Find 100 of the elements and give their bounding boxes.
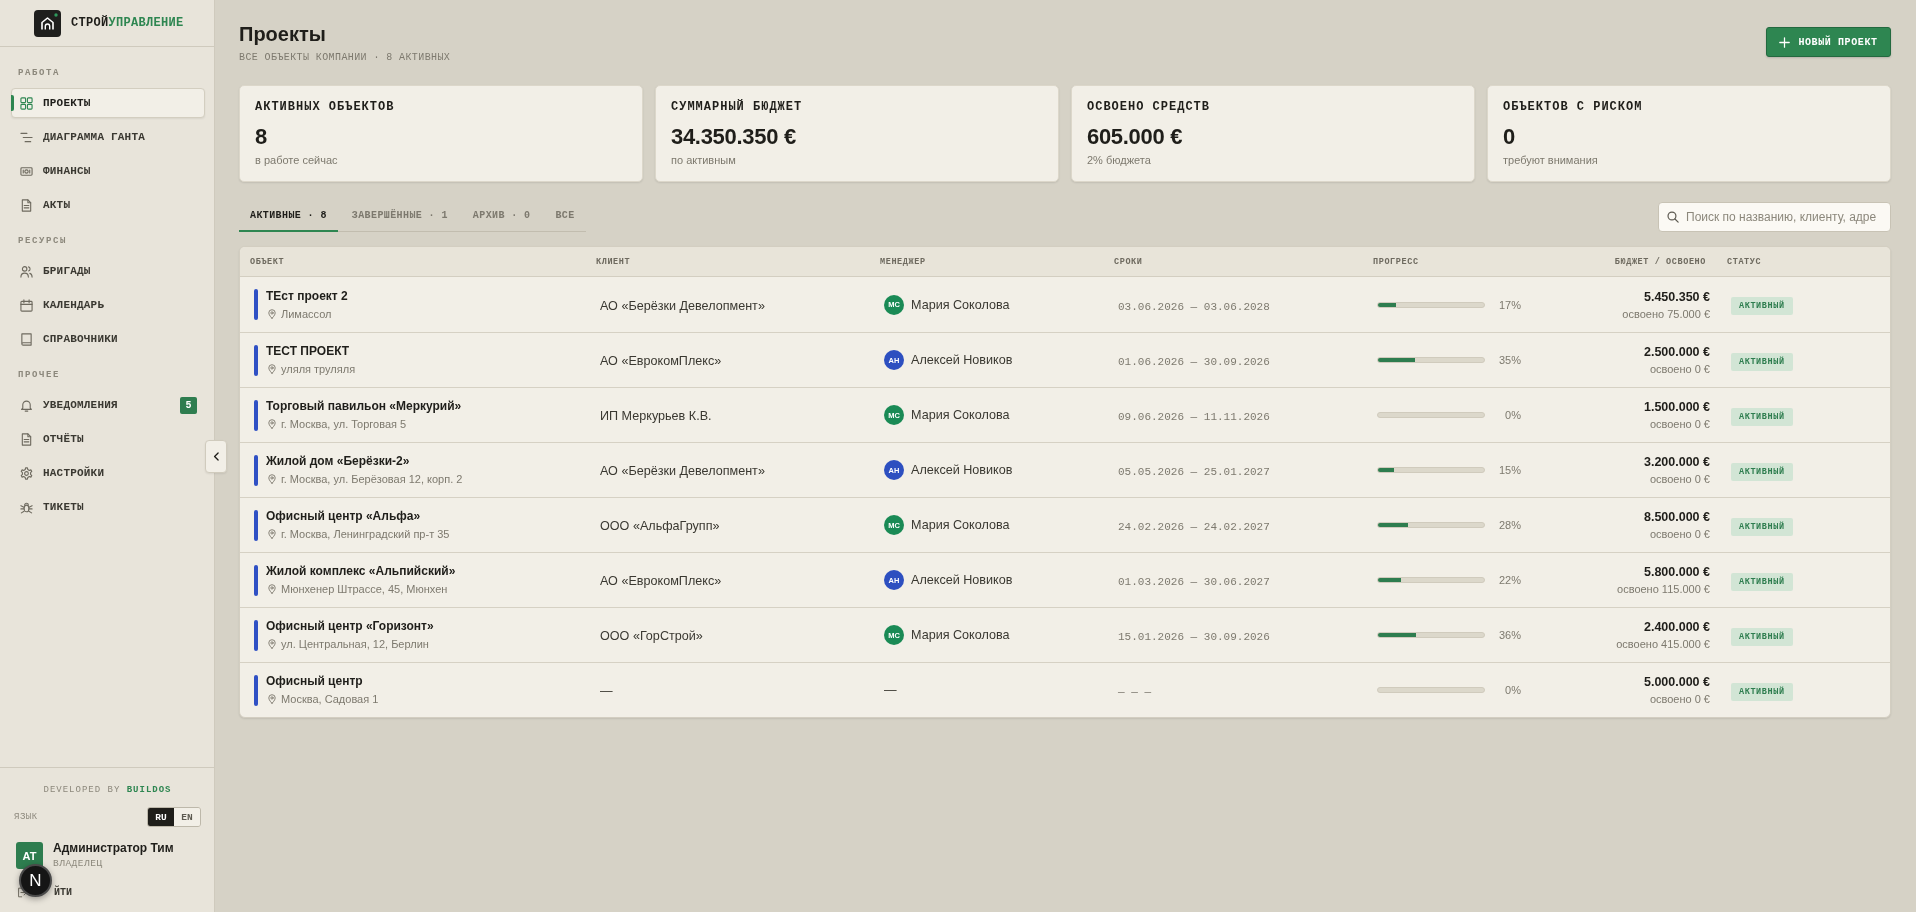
- table-row[interactable]: Офисный центр Москва, Садовая 1 — — — — — 0% 5.000.000 € освоено 0 € АКТИВНЫЙ: [240, 662, 1890, 717]
- nav-item[interactable]: УВЕДОМЛЕНИЯ 5: [11, 390, 205, 420]
- budget-amount: 5.800.000 €: [1643, 564, 1710, 580]
- location-pin-icon: [267, 364, 277, 374]
- nav-item[interactable]: ПРОЕКТЫ: [11, 88, 205, 118]
- date-range: 09.06.2026 — 11.11.2026: [1118, 411, 1270, 423]
- nav-item[interactable]: СПРАВОЧНИКИ: [11, 324, 205, 354]
- accent-stripe-icon: [254, 509, 258, 541]
- spent-amount: освоено 0 €: [1649, 472, 1710, 486]
- progress-percent: 22%: [1497, 574, 1521, 586]
- house-logo-icon: [34, 9, 61, 37]
- date-range: 24.02.2026 — 24.02.2027: [1118, 521, 1270, 533]
- new-project-button[interactable]: НОВЫЙ ПРОЕКТ: [1766, 27, 1891, 57]
- nav-item[interactable]: ФИНАНСЫ: [11, 156, 205, 186]
- spent-amount: освоено 415.000 €: [1616, 637, 1710, 651]
- status-badge: АКТИВНЫЙ: [1731, 352, 1793, 371]
- client-name: ООО «ГорСтрой»: [600, 629, 703, 643]
- project-name: Жилой комплекс «Альпийский»: [266, 564, 456, 579]
- project-address: г. Москва, ул. Берёзовая 12, корп. 2: [266, 472, 463, 486]
- project-address: Москва, Садовая 1: [266, 692, 379, 706]
- stat-label: ОБЪЕКТОВ С РИСКОМ: [1503, 101, 1644, 114]
- accent-stripe-icon: [254, 454, 258, 486]
- nav-item[interactable]: НАСТРОЙКИ: [11, 458, 205, 488]
- stat-note: в работе сейчас: [255, 153, 339, 167]
- location-pin-icon: [267, 529, 277, 539]
- document-icon: [20, 432, 33, 446]
- page-subtitle: ВСЕ ОБЪЕКТЫ КОМПАНИИ · 8 АКТИВНЫХ: [239, 51, 451, 64]
- column-header: СТАТУС: [1727, 256, 1762, 267]
- project-name: Жилой дом «Берёзки-2»: [266, 454, 411, 469]
- accent-stripe-icon: [254, 399, 258, 431]
- gear-icon: [20, 466, 33, 480]
- date-range: 01.03.2026 — 30.06.2027: [1118, 576, 1270, 588]
- chevron-left-icon: [211, 451, 221, 462]
- language-option[interactable]: EN: [174, 808, 200, 826]
- language-option[interactable]: RU: [148, 808, 174, 826]
- nav-item[interactable]: ДИАГРАММА ГАНТА: [11, 122, 205, 152]
- bars-icon: [20, 130, 33, 144]
- filter-tab[interactable]: АКТИВНЫЕ · 8: [239, 200, 338, 232]
- accent-stripe-icon: [254, 564, 258, 596]
- brand-name: СТРОЙУПРАВЛЕНИЕ: [71, 16, 184, 30]
- project-address: уляля труляля: [266, 362, 356, 376]
- client-name: —: [600, 684, 613, 698]
- project-name: Офисный центр «Альфа»: [266, 509, 422, 524]
- client-name: АО «ЕврокомПлекс»: [600, 354, 722, 368]
- calendar-icon: [20, 298, 33, 312]
- nav-item[interactable]: ОТЧЁТЫ: [11, 424, 205, 454]
- status-badge: АКТИВНЫЙ: [1731, 462, 1793, 481]
- nav-item[interactable]: ТИКЕТЫ: [11, 492, 205, 522]
- manager-name: Алексей Новиков: [911, 463, 1013, 477]
- nav-item[interactable]: КАЛЕНДАРЬ: [11, 290, 205, 320]
- project-name: Торговый павильон «Меркурий»: [266, 399, 462, 414]
- section-label: РАБОТА: [17, 67, 61, 79]
- stat-value: 8: [255, 124, 268, 150]
- budget-amount: 5.000.000 €: [1643, 674, 1710, 690]
- section-label: ПРОЧЕЕ: [17, 369, 61, 381]
- accent-stripe-icon: [254, 619, 258, 651]
- bell-icon: [20, 398, 33, 412]
- spent-amount: освоено 0 €: [1649, 417, 1710, 431]
- location-pin-icon: [267, 584, 277, 594]
- search-icon: [1667, 211, 1679, 223]
- spent-amount: освоено 0 €: [1649, 692, 1710, 706]
- search-field[interactable]: Поиск по названию, клиенту, адре: [1658, 202, 1891, 232]
- project-address: Лимассол: [266, 306, 348, 321]
- project-name: ТЕСТ ПРОЕКТ: [266, 344, 351, 359]
- budget-amount: 8.500.000 €: [1643, 509, 1710, 525]
- status-badge: АКТИВНЫЙ: [1731, 627, 1793, 646]
- client-name: АО «ЕврокомПлекс»: [600, 574, 722, 588]
- budget-amount: 2.400.000 €: [1643, 619, 1710, 635]
- date-range: 01.06.2026 — 30.09.2026: [1118, 356, 1270, 368]
- budget-amount: 2.500.000 €: [1643, 344, 1710, 360]
- column-header: СРОКИ: [1114, 256, 1143, 267]
- spent-amount: освоено 115.000 €: [1617, 582, 1710, 596]
- project-address: Мюнхенер Штрассе, 45, Мюнхен: [266, 582, 456, 596]
- project-address: г. Москва, ул. Торговая 5: [266, 417, 462, 431]
- project-name: ТЕст проект 2: [266, 288, 348, 304]
- manager-name: —: [884, 683, 897, 697]
- client-name: АО «Берёзки Девелопмент»: [600, 298, 765, 313]
- client-name: ИП Меркурьев К.В.: [600, 409, 712, 423]
- manager-name: Алексей Новиков: [911, 573, 1013, 587]
- stat-label: ОСВОЕНО СРЕДСТВ: [1087, 101, 1212, 114]
- nav-item[interactable]: АКТЫ: [11, 190, 205, 220]
- progress-percent: 35%: [1497, 354, 1521, 366]
- budget-amount: 1.500.000 €: [1643, 399, 1710, 415]
- section-label: РЕСУРСЫ: [17, 235, 68, 247]
- grid-icon: [20, 96, 33, 110]
- nav-item[interactable]: БРИГАДЫ: [11, 256, 205, 286]
- bug-icon: [20, 500, 33, 514]
- user-role: ВЛАДЕЛЕЦ: [53, 858, 104, 870]
- spent-amount: освоено 75.000 €: [1622, 306, 1710, 321]
- accent-stripe-icon: [254, 674, 258, 706]
- credit-text: DEVELOPED BY BUILDOS: [42, 784, 173, 796]
- location-pin-icon: [267, 419, 277, 429]
- collapse-sidebar-button[interactable]: [205, 440, 227, 473]
- budget-amount: 5.450.350 €: [1643, 288, 1710, 305]
- status-badge: АКТИВНЫЙ: [1731, 407, 1793, 426]
- budget-amount: 3.200.000 €: [1643, 454, 1710, 470]
- date-range: 05.05.2026 — 25.01.2027: [1118, 466, 1270, 478]
- stat-label: АКТИВНЫХ ОБЪЕКТОВ: [255, 101, 396, 114]
- date-range: 03.06.2026 — 03.06.2028: [1118, 300, 1270, 313]
- user-name: Администратор Тим: [53, 841, 174, 856]
